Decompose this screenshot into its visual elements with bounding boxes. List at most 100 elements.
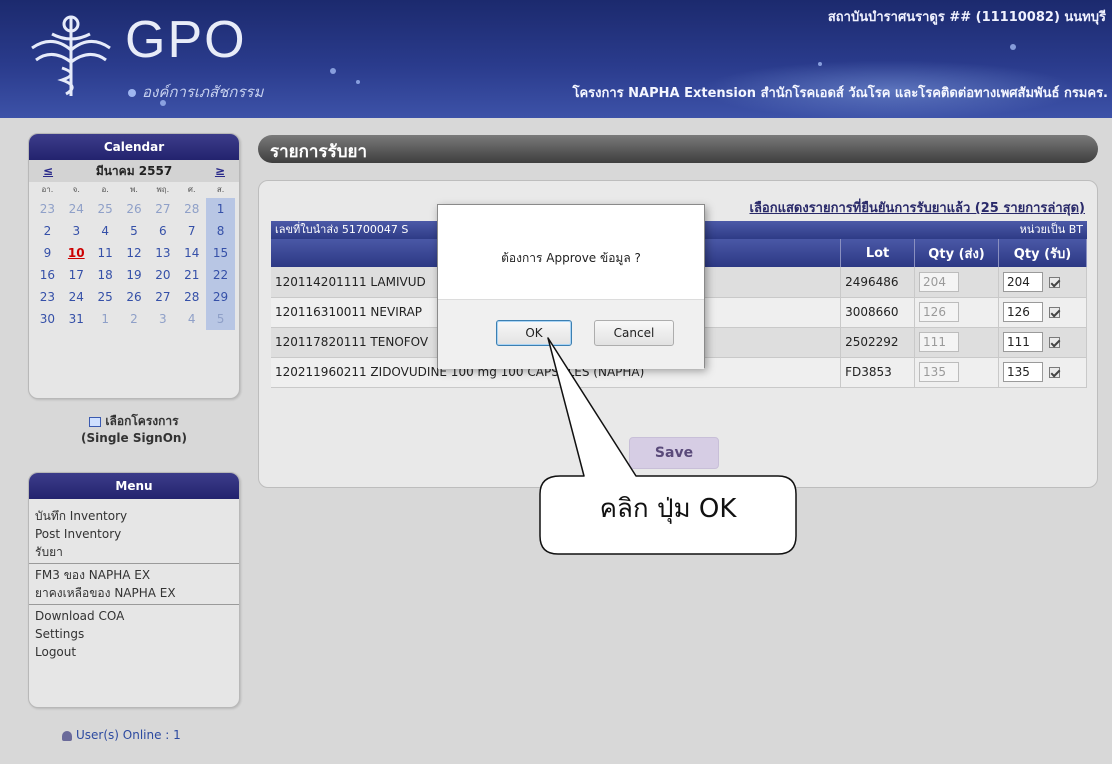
calendar-day[interactable]: 13 [148,242,177,264]
header-dot [818,62,822,66]
menu-item-logout[interactable]: Logout [29,643,239,661]
logo-text: GPO [125,11,247,69]
calendar-day-header: พ. [130,185,138,194]
calendar-day[interactable]: 27 [148,198,177,220]
cancel-button[interactable]: Cancel [594,320,674,346]
calendar-day[interactable]: 5 [120,220,149,242]
calendar-day[interactable]: 3 [148,308,177,330]
calendar-day[interactable]: 15 [206,242,235,264]
site-header: GPO องค์การเภสัชกรรม สถาบันบำราศนราดูร #… [0,0,1112,118]
menu-item-settings[interactable]: Settings [29,625,239,643]
window-icon [89,416,102,427]
calendar-day[interactable]: 25 [91,198,120,220]
column-header-qty-received: Qty (รับ) [998,239,1087,267]
menu-item-remaining-stock[interactable]: ยาคงเหลือของ NAPHA EX [29,584,239,602]
calendar-day[interactable]: 18 [91,264,120,286]
calendar-day[interactable]: 24 [62,286,91,308]
calendar-day[interactable]: 26 [120,198,149,220]
site-name: สถาบันบำราศนราดูร ## (11110082) นนทบุรี [827,10,1106,25]
qty-sent-cell: 204 [914,267,999,298]
menu-title: Menu [29,473,239,499]
lot-cell: 2502292 [840,327,916,358]
qty-received-cell: 204 [998,267,1087,298]
menu-list: บันทึก Inventory Post Inventory รับยา FM… [29,499,239,667]
calendar-day[interactable]: 2 [120,308,149,330]
calendar-day-today[interactable]: 10 [62,242,91,264]
qty-received-input[interactable]: 126 [1003,302,1043,322]
calendar-day[interactable]: 19 [120,264,149,286]
receive-checkbox[interactable] [1049,367,1060,378]
calendar-day[interactable]: 4 [91,220,120,242]
qty-sent-cell: 126 [914,297,999,328]
confirm-dialog: ต้องการ Approve ข้อมูล ? OK Cancel [437,204,705,369]
menu-item-receive-drug[interactable]: รับยา [29,543,239,561]
logo-subtitle: องค์การเภสัชกรรม [128,80,263,104]
column-header-qty-sent: Qty (ส่ง) [914,239,999,267]
calendar-day[interactable]: 17 [62,264,91,286]
calendar-day[interactable]: 7 [177,220,206,242]
lot-cell: 3008660 [840,297,916,328]
calendar-day[interactable]: 2 [33,220,62,242]
select-project-label: เลือกโครงการ [105,414,179,428]
receive-checkbox[interactable] [1049,337,1060,348]
calendar-day[interactable]: 12 [120,242,149,264]
recent-approved-link[interactable]: เลือกแสดงรายการที่ยืนยันการรับยาแล้ว (25… [750,197,1086,218]
calendar-day[interactable]: 6 [148,220,177,242]
qty-received-input[interactable]: 111 [1003,332,1043,352]
menu-item-fm3[interactable]: FM3 ของ NAPHA EX [29,566,239,584]
calendar-day[interactable]: 16 [33,264,62,286]
calendar-day[interactable]: 9 [33,242,62,264]
calendar-day[interactable]: 1 [91,308,120,330]
qty-sent-cell: 111 [914,327,999,358]
calendar-day[interactable]: 11 [91,242,120,264]
ok-button[interactable]: OK [496,320,572,346]
header-dot [1010,44,1016,50]
qty-sent-field: 135 [919,362,960,382]
calendar-grid: อา. จ. อ. พ. พฤ. ศ. ส. 23 24 25 26 27 28… [29,182,239,338]
calendar-day[interactable]: 28 [177,286,206,308]
calendar-day[interactable]: 27 [148,286,177,308]
calendar-day[interactable]: 1 [206,198,235,220]
qty-received-cell: 111 [998,327,1087,358]
calendar-day[interactable]: 14 [177,242,206,264]
calendar-next-link[interactable]: ≥ [215,164,225,178]
calendar-day[interactable]: 22 [206,264,235,286]
calendar-day[interactable]: 21 [177,264,206,286]
menu-item-post-inventory[interactable]: Post Inventory [29,525,239,543]
qty-received-cell: 135 [998,357,1087,388]
receive-checkbox[interactable] [1049,276,1060,288]
calendar-day[interactable]: 23 [33,198,62,220]
header-dot [356,80,360,84]
single-signon-label: (Single SignOn) [81,431,187,445]
qty-sent-field: 204 [919,271,960,292]
unit-note: หน่วยเป็น BT [1019,223,1083,236]
calendar-day-header: ส. [216,185,225,194]
select-project-link[interactable]: เลือกโครงการ (Single SignOn) [28,412,240,445]
receive-checkbox[interactable] [1049,307,1060,318]
calendar-day[interactable]: 24 [62,198,91,220]
calendar-day-header: อ. [101,185,109,194]
calendar-day[interactable]: 29 [206,286,235,308]
calendar-day[interactable]: 28 [177,198,206,220]
calendar-day[interactable]: 26 [120,286,149,308]
qty-received-input[interactable]: 204 [1003,271,1043,292]
calendar-day[interactable]: 3 [62,220,91,242]
project-name: โครงการ NAPHA Extension สำนักโรคเอดส์ วั… [572,86,1108,101]
calendar-day[interactable]: 8 [206,220,235,242]
qty-received-input[interactable]: 135 [1003,362,1043,382]
calendar-day[interactable]: 30 [33,308,62,330]
dialog-footer: OK Cancel [438,299,704,369]
calendar-day[interactable]: 5 [206,308,235,330]
calendar-day[interactable]: 20 [148,264,177,286]
users-online: User(s) Online : 1 [62,728,181,742]
lot-cell: FD3853 [840,357,916,388]
qty-sent-field: 126 [919,302,960,322]
calendar-prev-link[interactable]: ≤ [43,164,53,178]
menu-item-download-coa[interactable]: Download COA [29,607,239,625]
save-button[interactable]: Save [629,437,719,469]
menu-item-save-inventory[interactable]: บันทึก Inventory [29,507,239,525]
calendar-day[interactable]: 4 [177,308,206,330]
calendar-day[interactable]: 23 [33,286,62,308]
calendar-day[interactable]: 25 [91,286,120,308]
calendar-day[interactable]: 31 [62,308,91,330]
